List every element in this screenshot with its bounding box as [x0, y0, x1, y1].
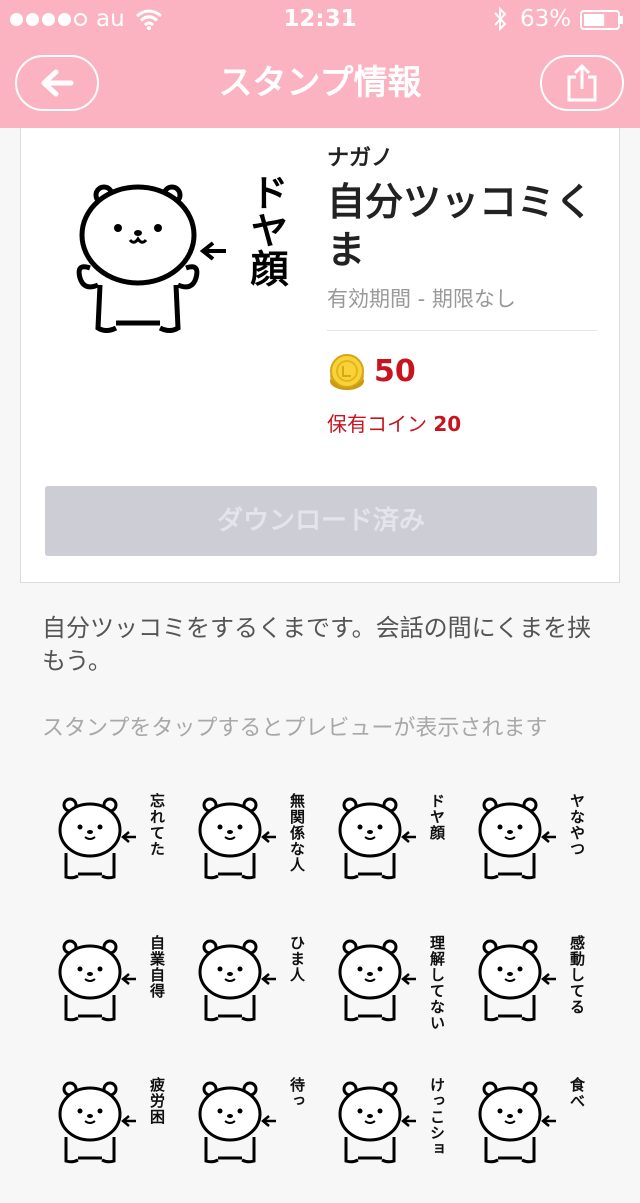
main-sticker-image: ドヤ顔 [76, 173, 296, 348]
top-bar: au 12:31 63% スタンプ情報 [0, 0, 640, 128]
owned-coins-label: 保有コイン [327, 412, 427, 436]
share-button[interactable] [540, 55, 624, 111]
sticker-caption: 疲労困 [148, 1077, 166, 1125]
share-icon [567, 63, 597, 102]
author-name[interactable]: ナガノ [327, 140, 393, 172]
sticker-thumbnail[interactable]: けっこショ [320, 1059, 460, 1199]
coin-icon [330, 354, 364, 390]
sticker-caption: 無関係な人 [288, 793, 306, 873]
sticker-info-card: ドヤ顔 ナガノ 自分ツッコミくま 有効期間 - 期限なし 50 保有コイン 20… [20, 128, 620, 583]
sticker-caption: ひま人 [288, 935, 306, 983]
sticker-thumbnail[interactable]: 待っ [180, 1059, 320, 1199]
status-bar: au 12:31 63% [0, 0, 640, 40]
sticker-pack-title: 自分ツッコミくま [327, 180, 594, 272]
price-value: 50 [374, 354, 416, 389]
sticker-thumbnail[interactable]: ドヤ顔 [320, 775, 460, 915]
bluetooth-icon [494, 6, 507, 32]
sticker-thumbnail[interactable]: 自業自得 [40, 917, 180, 1057]
pack-description: 自分ツッコミをするくまです。会話の間にくまを挟もう。 [42, 614, 592, 675]
divider [327, 330, 597, 331]
sticker-caption: 感動してる [568, 935, 586, 1015]
sticker-thumbnail[interactable]: 理解してない [320, 917, 460, 1057]
battery-icon [580, 10, 623, 30]
sticker-thumbnail[interactable]: 忘れてた [40, 775, 180, 915]
battery-percentage: 63% [520, 6, 572, 32]
owned-coins-value: 20 [433, 412, 462, 436]
downloaded-button[interactable]: ダウンロード済み [45, 486, 597, 556]
sticker-caption: 待っ [288, 1077, 306, 1109]
main-sticker-caption: ドヤ顔 [244, 173, 288, 287]
sticker-thumbnail[interactable]: 食べ [460, 1059, 600, 1199]
sticker-caption: ドヤ顔 [428, 793, 446, 841]
sticker-caption: 理解してない [428, 935, 446, 1031]
sticker-thumbnail[interactable]: ヤなやつ [460, 775, 600, 915]
sticker-caption: ヤなやつ [568, 793, 586, 857]
sticker-thumbnail[interactable]: ひま人 [180, 917, 320, 1057]
sticker-thumbnail[interactable]: 無関係な人 [180, 775, 320, 915]
sticker-caption: 忘れてた [148, 793, 166, 857]
preview-hint: スタンプをタップするとプレビューが表示されます [42, 716, 548, 741]
sticker-thumbnail[interactable]: 感動してる [460, 917, 600, 1057]
validity-period: 有効期間 - 期限なし [327, 287, 516, 311]
sticker-caption: 自業自得 [148, 935, 166, 999]
sticker-thumbnail[interactable]: 疲労困 [40, 1059, 180, 1199]
sticker-caption: 食べ [568, 1077, 586, 1109]
sticker-caption: けっこショ [428, 1077, 446, 1157]
owned-coins: 保有コイン 20 [327, 408, 461, 437]
